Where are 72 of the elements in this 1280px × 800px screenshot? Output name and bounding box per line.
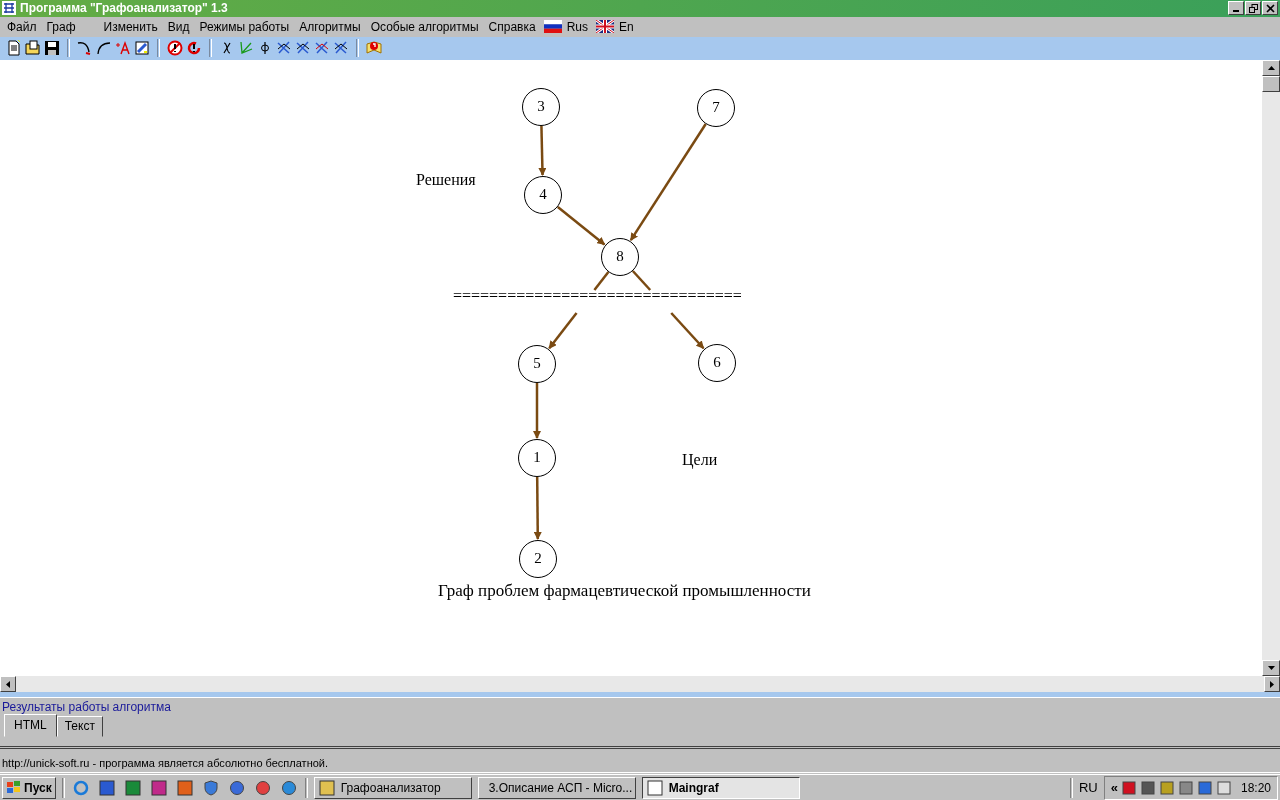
cross-graph-icon[interactable] <box>333 40 349 57</box>
clock: 18:20 <box>1240 780 1271 795</box>
flag-icon <box>543 20 562 34</box>
left-arrow-icon <box>6 680 10 688</box>
graph-node[interactable]: 4 <box>524 175 562 214</box>
close-button[interactable] <box>1262 1 1278 16</box>
edge-arrow <box>538 125 547 176</box>
graph-node[interactable]: 8 <box>601 237 639 276</box>
language-item[interactable]: Rus <box>561 19 593 34</box>
restore-icon <box>1248 3 1258 13</box>
scroll-down-button[interactable] <box>1262 660 1280 677</box>
down-arrow-icon <box>1267 666 1275 671</box>
taskbar-button[interactable]: Maingraf <box>641 776 800 799</box>
menu-item[interactable]: Вид <box>162 19 195 34</box>
expand-tray-button[interactable]: « <box>1110 780 1118 796</box>
curve-icon[interactable] <box>96 40 112 57</box>
graph-tool-icon[interactable] <box>295 40 311 57</box>
edge-arrow <box>557 205 606 246</box>
graph-node[interactable]: 3 <box>522 87 560 126</box>
status-text: http://unick-soft.ru - программа является абсолютно бесплатной. <box>2 756 329 769</box>
scroll-right-button[interactable] <box>1264 676 1280 693</box>
taskbar-button[interactable]: Графоанализатор <box>313 776 472 799</box>
menu-item[interactable]: Файл <box>2 19 42 34</box>
tab[interactable]: HTML <box>4 714 57 738</box>
flag-icon <box>595 20 614 34</box>
edge-arrow <box>533 382 541 439</box>
up-arrow-icon <box>1267 65 1275 70</box>
graph-node[interactable]: 2 <box>519 539 557 578</box>
menu-item[interactable]: Изменить <box>98 19 163 34</box>
shield-icon[interactable] <box>202 779 219 796</box>
right-arrow-icon <box>1270 680 1274 688</box>
graph-node[interactable]: 7 <box>697 88 735 127</box>
taskbar-button[interactable]: 3.Описание АСП - Micro... <box>477 776 636 799</box>
windows-logo-icon <box>6 780 22 795</box>
graph-node[interactable]: 5 <box>518 344 556 383</box>
vertical-scrollbar[interactable] <box>1262 59 1280 677</box>
panel-title: Результаты работы алгоритма <box>2 700 172 715</box>
menu-item[interactable]: Режимы работы <box>194 19 295 34</box>
edit-icon[interactable] <box>134 40 150 57</box>
edge-arrow <box>533 476 542 540</box>
close-icon <box>1265 3 1275 13</box>
graph-tool-icon[interactable] <box>314 40 330 57</box>
edge-draw-icon[interactable] <box>77 40 93 57</box>
window-title: Программа "Графоанализатор" 1.3 <box>20 1 229 16</box>
graph-label: ================================ <box>453 287 742 304</box>
refresh-icon[interactable] <box>186 40 202 57</box>
new-document-icon[interactable] <box>6 40 22 57</box>
graph-node[interactable]: 6 <box>698 343 736 382</box>
tab[interactable]: Текст <box>56 716 103 738</box>
horizontal-scrollbar[interactable] <box>0 676 1280 693</box>
open-folder-icon[interactable] <box>25 40 41 57</box>
graph-node[interactable]: 1 <box>518 438 556 477</box>
restore-button[interactable] <box>1245 1 1261 16</box>
help-book-icon[interactable] <box>366 40 382 57</box>
graph-label: Граф проблем фармацевтической промышленности <box>438 581 811 599</box>
app-icon <box>318 779 335 796</box>
scroll-left-button[interactable] <box>0 676 16 693</box>
app-icon <box>646 779 663 796</box>
stop-icon[interactable] <box>167 40 183 57</box>
graph-tool-icon[interactable] <box>276 40 292 57</box>
language-indicator[interactable]: RU <box>1078 780 1098 796</box>
menu-item[interactable]: Особые алгоритмы <box>365 19 484 34</box>
minimize-button[interactable] <box>1228 1 1244 16</box>
graph-label: Цели <box>682 451 718 468</box>
menu-item[interactable]: Справка <box>483 19 541 34</box>
menu-item[interactable]: Граф <box>41 19 81 34</box>
start-button[interactable]: Пуск <box>2 776 56 799</box>
app-icon <box>2 1 16 16</box>
graph-label: Решения <box>416 171 476 188</box>
language-item[interactable]: En <box>613 19 639 34</box>
save-icon[interactable] <box>44 40 60 57</box>
menu-item[interactable]: Алгоритмы <box>294 19 366 34</box>
